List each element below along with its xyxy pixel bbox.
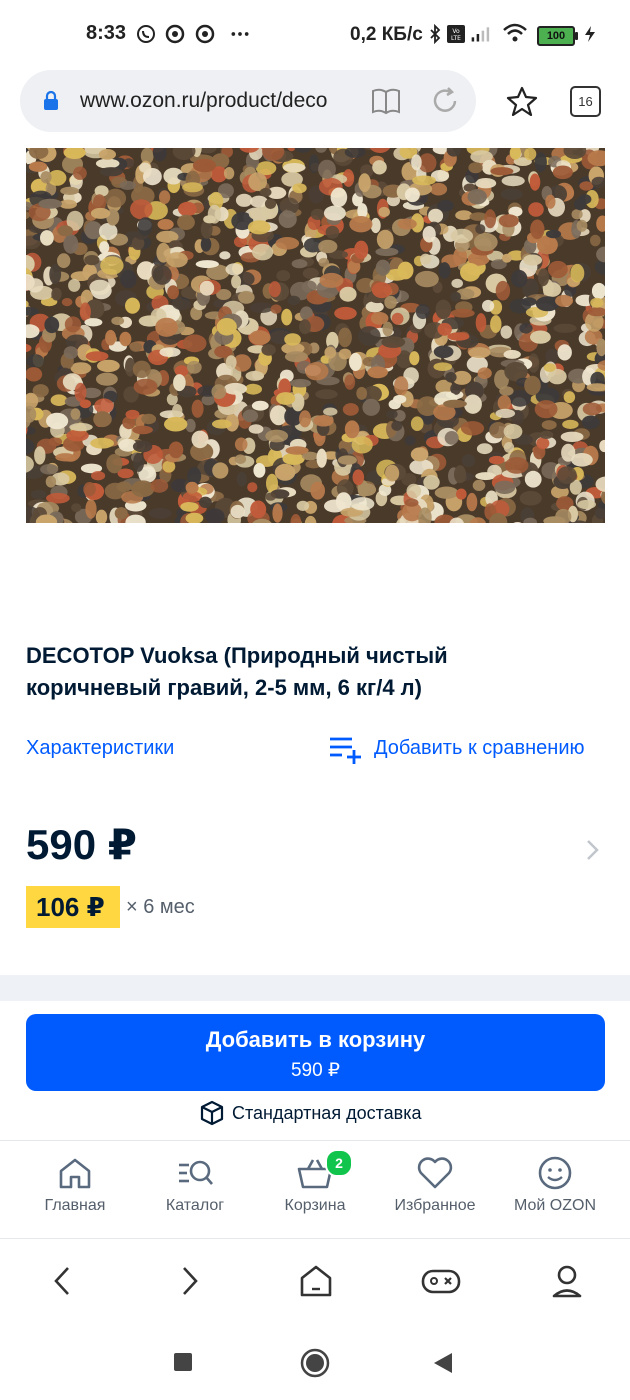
- charging-icon: [585, 26, 595, 42]
- home-circle-icon[interactable]: [300, 1348, 330, 1378]
- back-arrow-icon[interactable]: [48, 1265, 76, 1297]
- product-image[interactable]: [26, 148, 605, 523]
- section-divider: [0, 975, 630, 1001]
- volte-icon: VoLTE: [447, 25, 465, 43]
- battery-icon: 100: [537, 26, 578, 46]
- svg-text:Vo: Vo: [452, 28, 460, 35]
- svg-text:LTE: LTE: [451, 35, 461, 42]
- nav-favorites[interactable]: Избранное: [375, 1153, 495, 1215]
- profile-smile-icon: [538, 1156, 572, 1190]
- status-time: 8:33: [86, 22, 127, 44]
- nav-home[interactable]: Главная: [15, 1153, 135, 1215]
- url-text[interactable]: www.ozon.ru/product/deco: [80, 89, 360, 113]
- network-speed: 0,2 КБ/с: [350, 24, 423, 45]
- bluetooth-icon: [430, 24, 441, 44]
- compare-label: Добавить к сравнению: [374, 737, 585, 759]
- box-icon: [200, 1100, 224, 1126]
- forward-arrow-icon[interactable]: [176, 1265, 204, 1297]
- chrome-icon: [165, 24, 185, 44]
- add-to-cart-price: 590 ₽: [290, 1060, 341, 1081]
- lock-icon: [44, 90, 58, 110]
- installment-price: 106 ₽: [36, 892, 105, 922]
- gamepad-icon[interactable]: [420, 1265, 462, 1297]
- recents-square-icon[interactable]: [174, 1353, 192, 1371]
- nav-profile-label: Мой OZON: [513, 1197, 596, 1214]
- nav-favorites-label: Избранное: [394, 1197, 476, 1214]
- heart-icon: [417, 1157, 453, 1189]
- chevron-right-icon[interactable]: [582, 838, 602, 862]
- catalog-search-icon: [179, 1160, 213, 1185]
- tabs-icon[interactable]: 16: [570, 86, 601, 117]
- app-bottom-nav: Главная Каталог 2 Корзина Избранное Мой …: [0, 1140, 630, 1239]
- bookmark-star-icon[interactable]: [506, 86, 538, 116]
- signal-icon: [471, 27, 490, 42]
- address-bar[interactable]: www.ozon.ru/product/deco: [20, 70, 476, 132]
- installment-price-badge[interactable]: 106 ₽: [26, 886, 120, 928]
- browser-bottom-toolbar: [0, 1238, 630, 1325]
- nav-profile[interactable]: Мой OZON: [495, 1153, 615, 1215]
- nav-catalog[interactable]: Каталог: [135, 1153, 255, 1215]
- battery-level: 100: [546, 30, 566, 42]
- home-icon: [59, 1158, 91, 1189]
- nav-catalog-label: Каталог: [165, 1197, 225, 1214]
- nav-cart-label: Корзина: [284, 1197, 346, 1214]
- add-to-cart-label: Добавить в корзину: [205, 1027, 426, 1052]
- nav-cart[interactable]: 2 Корзина: [255, 1149, 375, 1215]
- home-icon[interactable]: [298, 1263, 334, 1299]
- more-dots-icon: [231, 32, 249, 36]
- gravel-photo: [26, 148, 605, 523]
- status-bar: 8:33 0,2 КБ/с Vo LTE 100: [0, 0, 630, 70]
- chrome-icon: [195, 24, 215, 44]
- system-nav-bar: [0, 1324, 630, 1400]
- back-triangle-icon[interactable]: [432, 1351, 454, 1375]
- product-title: DECOTOP Vuoksa (Природный чистый коричне…: [26, 643, 448, 700]
- cart-count-badge: 2: [325, 1149, 353, 1177]
- profile-icon[interactable]: [551, 1263, 583, 1299]
- reader-mode-icon[interactable]: [370, 86, 402, 116]
- characteristics-link[interactable]: Характеристики: [26, 737, 174, 760]
- product-price: 590 ₽: [26, 821, 137, 868]
- reload-icon[interactable]: [430, 86, 460, 116]
- installment-term: × 6 мес: [126, 896, 195, 918]
- add-to-cart-button[interactable]: Добавить в корзину 590 ₽: [26, 1014, 605, 1091]
- whatsapp-icon: [137, 25, 155, 43]
- compare-list-icon: [330, 737, 361, 764]
- wifi-icon: [503, 23, 527, 42]
- nav-home-label: Главная: [44, 1197, 106, 1214]
- delivery-label: Стандартная доставка: [232, 1103, 422, 1123]
